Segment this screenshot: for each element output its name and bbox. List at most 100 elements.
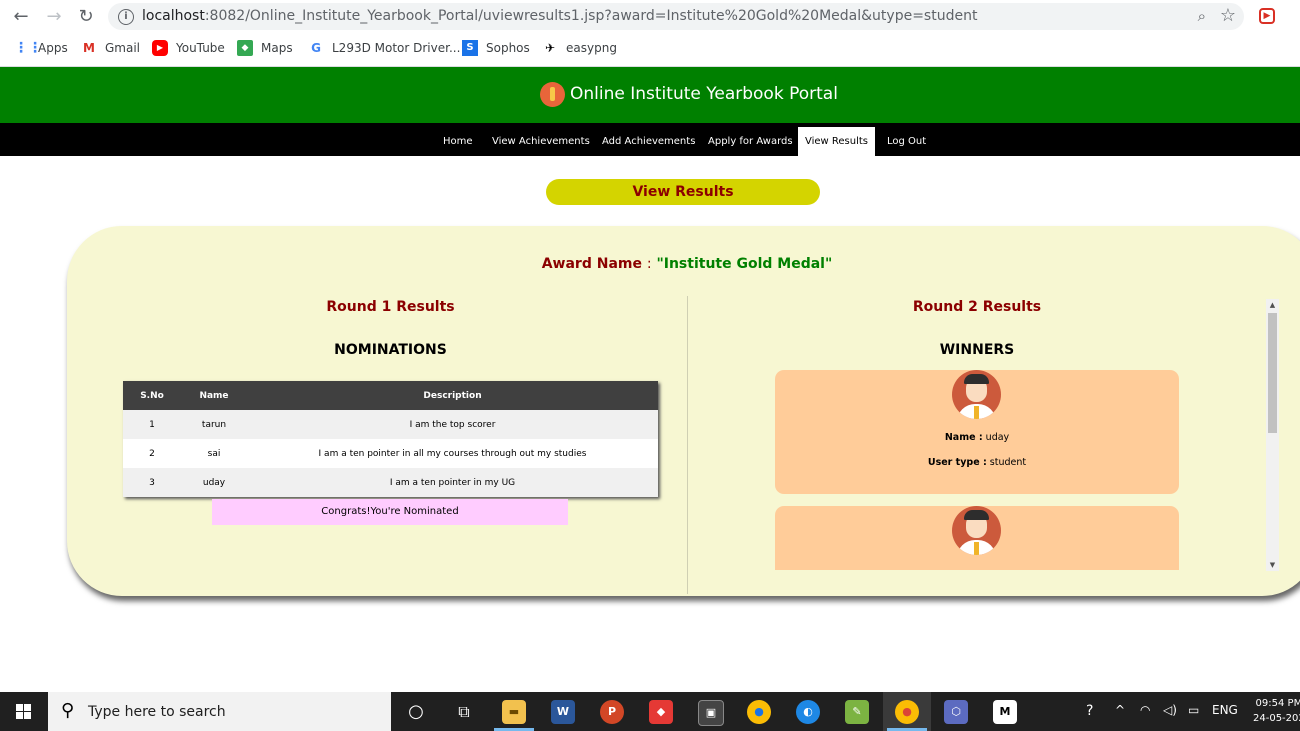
award-value: "Institute Gold Medal" [656, 256, 833, 272]
browser-toolbar: ← → ↻ i localhost:8082/Online_Institute_… [0, 0, 1300, 34]
nomination-status: Congrats!You're Nominated [212, 499, 568, 525]
nav-home[interactable]: Home [443, 123, 473, 156]
winner-type-line: User type : student [775, 457, 1179, 468]
extension-icon[interactable]: ▶ [1259, 8, 1275, 24]
round1-title: Round 1 Results [326, 299, 455, 315]
column-divider [687, 296, 688, 594]
cell-description: I am the top scorer [247, 410, 658, 439]
winner-card [775, 506, 1179, 570]
winner-user-type: student [989, 457, 1027, 468]
clock-time: 09:54 PM [1255, 698, 1300, 709]
search-icon: ⚲ [61, 700, 75, 721]
bookmark-label: YouTube [176, 41, 225, 55]
table-row: 3 uday I am a ten pointer in my UG [123, 468, 658, 497]
back-arrow-icon[interactable]: ← [10, 6, 32, 28]
wifi-icon[interactable]: ◠ [1140, 703, 1150, 717]
cell-name: tarun [181, 410, 247, 439]
cell-name: sai [181, 439, 247, 468]
bookmark-maps[interactable]: ◆ Maps [237, 40, 293, 56]
page-heading: View Results [546, 179, 820, 205]
app-cube-icon[interactable]: ⬡ [944, 700, 968, 724]
bookmark-label: Apps [38, 41, 68, 55]
taskbar-search[interactable]: ⚲ Type here to search [48, 692, 391, 731]
sophos-icon: S [462, 40, 478, 56]
volume-icon[interactable]: ◁) [1163, 703, 1177, 717]
round2-title: Round 2 Results [912, 299, 1042, 315]
bookmark-star-icon[interactable]: ☆ [1220, 5, 1236, 26]
col-header-name: Name [181, 381, 247, 410]
google-icon: G [311, 41, 321, 55]
table-row: 1 tarun I am the top scorer [123, 410, 658, 439]
cell-description: I am a ten pointer in my UG [247, 468, 658, 497]
bookmark-label: Maps [261, 41, 293, 55]
chevron-up-icon[interactable]: ^ [1115, 703, 1125, 717]
award-name-line: Award Name : "Institute Gold Medal" [67, 256, 1300, 272]
system-clock[interactable]: 09:54 PM 24-05-202 [1253, 696, 1300, 726]
chrome-active-icon[interactable]: ● [895, 700, 919, 724]
scroll-down-icon[interactable]: ▼ [1266, 559, 1279, 571]
photos-icon[interactable]: ▣ [698, 700, 724, 726]
winners-list[interactable]: Name : uday User type : student [775, 370, 1179, 570]
table-row: 2 sai I am a ten pointer in all my cours… [123, 439, 658, 468]
results-card: Award Name : "Institute Gold Medal" Roun… [67, 226, 1300, 596]
col-header-description: Description [247, 381, 658, 410]
table-header-row: S.No Name Description [123, 381, 658, 410]
bookmark-gmail[interactable]: M Gmail [81, 40, 140, 56]
file-explorer-icon[interactable]: ▬ [502, 700, 526, 724]
site-title: Online Institute Yearbook Portal [570, 84, 838, 104]
word-icon[interactable]: W [551, 700, 575, 724]
edge-icon[interactable]: ◐ [796, 700, 820, 724]
torch-logo-icon [540, 82, 565, 107]
cell-sno: 2 [123, 439, 181, 468]
cell-description: I am a ten pointer in all my courses thr… [247, 439, 658, 468]
bookmark-label: Sophos [486, 41, 530, 55]
bookmark-label: L293D Motor Driver... [332, 41, 461, 55]
info-icon[interactable]: i [118, 9, 134, 25]
nav-logout[interactable]: Log Out [887, 123, 926, 156]
help-icon[interactable]: ? [1086, 703, 1093, 719]
bookmark-youtube[interactable]: ▶ YouTube [152, 40, 225, 56]
bookmark-sophos[interactable]: S Sophos [462, 40, 530, 56]
battery-icon[interactable]: ▭ [1188, 703, 1199, 717]
chrome-icon[interactable]: ● [747, 700, 771, 724]
nav-apply-awards[interactable]: Apply for Awards [708, 123, 793, 156]
bookmark-label: Gmail [105, 41, 141, 55]
nominations-title: NOMINATIONS [334, 342, 447, 358]
winner-name: uday [985, 432, 1010, 443]
cell-sno: 3 [123, 468, 181, 497]
notepad-icon[interactable]: ✎ [845, 700, 869, 724]
nav-view-results[interactable]: View Results [798, 127, 875, 156]
forward-arrow-icon[interactable]: → [43, 6, 65, 28]
reload-icon[interactable]: ↻ [75, 6, 97, 28]
app-m-icon[interactable]: M [993, 700, 1017, 724]
scroll-up-icon[interactable]: ▲ [1266, 299, 1279, 311]
winners-scrollbar[interactable]: ▲ ▼ [1266, 299, 1279, 571]
apps-grid-icon: ⋮⋮ [14, 40, 42, 56]
avatar [952, 506, 1001, 555]
user-type-label: User type : [927, 457, 987, 468]
url-path: :8082/Online_Institute_Yearbook_Portal/u… [204, 8, 978, 24]
address-bar[interactable]: i localhost:8082/Online_Institute_Yearbo… [108, 3, 1244, 30]
winner-name-line: Name : uday [775, 432, 1179, 443]
easypng-icon: ✈ [544, 41, 556, 55]
bookmarks-bar: ⋮⋮ Apps M Gmail ▶ YouTube ◆ Maps G L293D Moto… [0, 34, 1300, 67]
language-indicator[interactable]: ENG [1212, 703, 1238, 717]
nav-view-achievements[interactable]: View Achievements [492, 123, 590, 156]
url-host: localhost [142, 8, 205, 24]
bookmark-l293d[interactable]: G L293D Motor Driver... [308, 40, 460, 56]
cortana-icon[interactable]: ○ [404, 700, 428, 724]
cell-name: uday [181, 468, 247, 497]
powerpoint-icon[interactable]: P [600, 700, 624, 724]
anydesk-icon[interactable]: ◆ [649, 700, 673, 724]
youtube-icon: ▶ [152, 40, 168, 56]
zoom-icon[interactable]: ⌕ [1198, 7, 1206, 25]
scrollbar-thumb[interactable] [1268, 313, 1277, 433]
bookmark-easypng[interactable]: ✈ easypng [542, 40, 617, 56]
bookmark-apps[interactable]: ⋮⋮ Apps [14, 40, 68, 56]
windows-start-icon[interactable] [16, 704, 32, 720]
task-view-icon[interactable]: ⧉ [452, 700, 476, 724]
url-text[interactable]: localhost:8082/Online_Institute_Yearbook… [142, 8, 977, 24]
clock-date: 24-05-202 [1253, 713, 1300, 724]
main-nav: Home View Achievements Add Achievements … [0, 123, 1300, 156]
nav-add-achievements[interactable]: Add Achievements [602, 123, 695, 156]
